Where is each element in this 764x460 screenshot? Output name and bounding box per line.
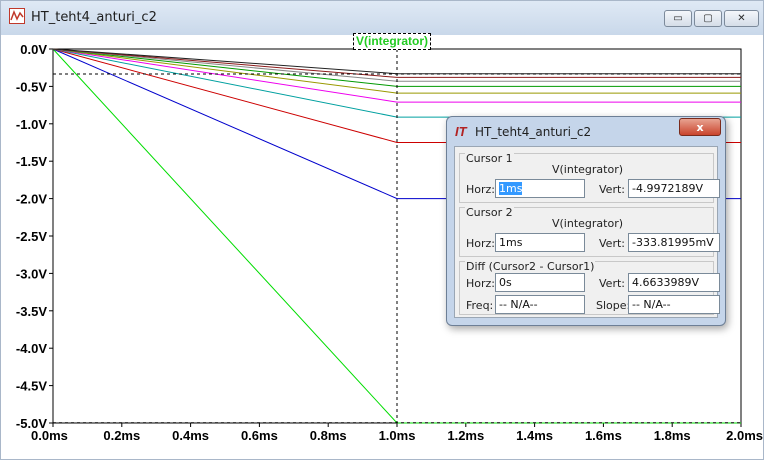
diff-horz-label: Horz: <box>466 277 496 290</box>
x-tick-label: 0.8ms <box>310 428 347 443</box>
window-titlebar[interactable]: HT_teht4_anturi_c2 ▭ ▢ ✕ <box>1 1 763 35</box>
close-icon: x <box>696 120 704 134</box>
x-tick-label: 0.4ms <box>172 428 209 443</box>
diff-group: Diff (Cursor2 - Cursor1) Horz: 0s Vert: … <box>459 260 720 315</box>
diff-title: Diff (Cursor2 - Cursor1) <box>465 260 596 273</box>
ltspice-logo-icon: IT <box>455 124 467 139</box>
cursor1-trace: V(integrator) <box>551 163 624 176</box>
cursor2-horz-field[interactable]: 1ms <box>495 233 585 252</box>
diff-vert-field[interactable]: 4.6633989V <box>628 273 720 292</box>
y-tick-label: -2.0V <box>16 192 47 207</box>
cursor-dialog: IT HT_teht4_anturi_c2 x Cursor 1 V(integ… <box>446 116 726 326</box>
dialog-close-button[interactable]: x <box>679 118 721 136</box>
minimize-icon: ▭ <box>673 13 683 24</box>
x-tick-label: 1.2ms <box>447 428 484 443</box>
maximize-icon: ▢ <box>703 13 713 24</box>
dialog-title: HT_teht4_anturi_c2 <box>475 125 592 139</box>
diff-vert-label: Vert: <box>599 277 625 290</box>
dialog-titlebar[interactable]: IT HT_teht4_anturi_c2 x <box>447 117 725 145</box>
maximize-button[interactable]: ▢ <box>694 10 722 27</box>
cursor1-horz-label: Horz: <box>466 183 496 196</box>
y-tick-label: -4.0V <box>16 341 47 356</box>
cursor1-horz-value: 1ms <box>499 182 523 195</box>
y-tick-label: -4.5V <box>16 379 47 394</box>
diff-slope-field[interactable]: -- N/A-- <box>628 295 720 314</box>
trace-label[interactable]: V(integrator) <box>353 33 431 50</box>
y-tick-label: -2.5V <box>16 229 47 244</box>
x-tick-label: 1.6ms <box>585 428 622 443</box>
series-line-4 <box>52 48 741 118</box>
cursor2-horz-label: Horz: <box>466 237 496 250</box>
y-tick-label: -1.5V <box>16 154 47 169</box>
y-tick-label: -0.5V <box>16 79 47 94</box>
cursor2-trace: V(integrator) <box>551 217 624 230</box>
minimize-button[interactable]: ▭ <box>664 10 692 27</box>
cursor1-vert-label: Vert: <box>599 183 625 196</box>
x-tick-label: 0.2ms <box>103 428 140 443</box>
y-tick-label: -1.0V <box>16 117 47 132</box>
diff-freq-field[interactable]: -- N/A-- <box>495 295 585 314</box>
cursor1-horz-field[interactable]: 1ms <box>495 179 585 198</box>
x-tick-label: 0.6ms <box>241 428 278 443</box>
cursor1-group: Cursor 1 V(integrator) Horz: 1ms Vert: -… <box>459 152 720 203</box>
diff-freq-label: Freq: <box>466 299 494 312</box>
y-tick-label: 0.0V <box>20 42 47 57</box>
y-tick-label: -3.5V <box>16 304 47 319</box>
close-icon: ✕ <box>737 13 746 24</box>
x-tick-label: 1.0ms <box>379 428 416 443</box>
dialog-body: Cursor 1 V(integrator) Horz: 1ms Vert: -… <box>454 146 720 318</box>
cursor2-vert-label: Vert: <box>599 237 625 250</box>
x-tick-label: 2.0ms <box>726 428 763 443</box>
x-tick-label: 0.0ms <box>31 428 68 443</box>
x-tick-label: 1.4ms <box>516 428 553 443</box>
cursor2-vert-field[interactable]: -333.81995mV <box>628 233 720 252</box>
diff-slope-label: Slope: <box>596 299 631 312</box>
window-title: HT_teht4_anturi_c2 <box>31 10 157 25</box>
y-tick-label: -3.0V <box>16 266 47 281</box>
waveform-app-icon <box>9 8 25 24</box>
diff-horz-field[interactable]: 0s <box>495 273 585 292</box>
close-button[interactable]: ✕ <box>724 10 759 27</box>
x-tick-label: 1.8ms <box>654 428 691 443</box>
cursor2-group: Cursor 2 V(integrator) Horz: 1ms Vert: -… <box>459 206 720 257</box>
cursor1-vert-field[interactable]: -4.9972189V <box>628 179 720 198</box>
